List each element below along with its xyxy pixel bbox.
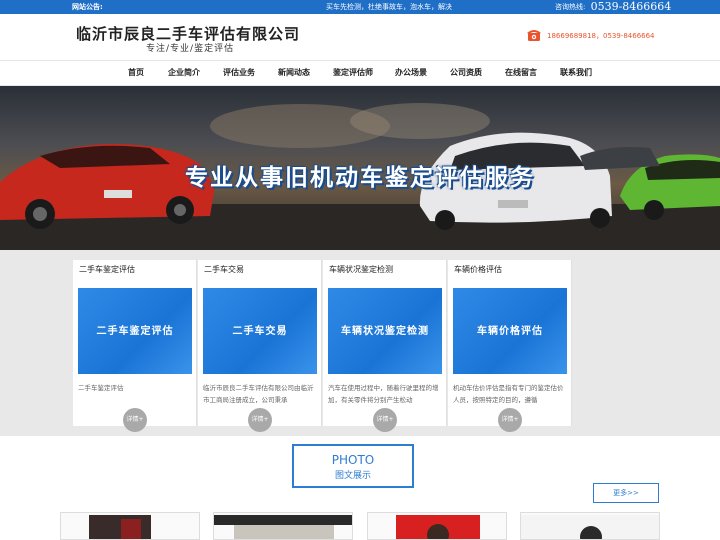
service-details-button[interactable]: 详情+ <box>498 408 522 432</box>
service-card-trade[interactable]: 二手车交易 二手车交易 临沂市辰良二手车评估有限公司由临沂市工商局注册成立，公司… <box>198 260 322 432</box>
phone-icon <box>527 30 541 41</box>
photo-thumb-3-image <box>396 515 480 539</box>
hotline-label: 咨询热线: <box>555 3 586 11</box>
banner-headline: 专业从事旧机动车鉴定评估服务 <box>185 165 535 191</box>
photo-thumb-3[interactable] <box>367 512 507 540</box>
nav-item-qualifications[interactable]: 公司资质 <box>439 61 493 85</box>
photo-section-title: PHOTO 图文展示 <box>292 444 414 488</box>
service-image-label: 车辆状况鉴定检测 <box>341 326 429 337</box>
service-desc: 机动车估价评估是指有专门的鉴定估价人员，按照特定的目的，遵循 <box>453 384 564 404</box>
notice-ticker[interactable]: 买车先检测，杜绝事故车，泡水车，解决 <box>326 0 466 14</box>
photo-thumb-4-image <box>521 515 659 539</box>
service-details-button[interactable]: 详情+ <box>123 408 147 432</box>
service-image[interactable]: 车辆价格评估 <box>453 288 567 374</box>
notice-label: 网站公告: <box>72 3 103 11</box>
top-bar: 网站公告: 买车先检测，杜绝事故车，泡水车，解决 咨询热线: 0539-8466… <box>0 0 720 14</box>
service-image[interactable]: 二手车鉴定评估 <box>78 288 192 374</box>
nav-item-message[interactable]: 在线留言 <box>494 61 548 85</box>
hero-banner[interactable]: 专业从事旧机动车鉴定评估服务 <box>0 86 720 250</box>
service-image-label: 二手车交易 <box>232 326 288 337</box>
hotline: 咨询热线: 0539-8466664 <box>555 0 671 14</box>
photo-thumb-2-image <box>214 515 352 539</box>
service-details-button[interactable]: 详情+ <box>373 408 397 432</box>
services-section: 二手车鉴定评估 二手车鉴定评估 二手车鉴定评估 详情+ 二手车交易 二手车交易 … <box>0 250 720 436</box>
photo-more-button[interactable]: 更多>> <box>593 483 659 503</box>
nav-item-home[interactable]: 首页 <box>109 61 163 85</box>
company-slogan: 专注/专业/鉴定评估 <box>146 44 235 54</box>
nav-item-contact[interactable]: 联系我们 <box>549 61 603 85</box>
photo-title-en: PHOTO <box>331 453 375 467</box>
service-card-appraisal[interactable]: 二手车鉴定评估 二手车鉴定评估 二手车鉴定评估 详情+ <box>73 260 197 432</box>
contact-phones: 18669689818，0539-8466664 <box>547 32 655 40</box>
photo-thumb-2[interactable] <box>213 512 353 540</box>
service-title[interactable]: 二手车交易 <box>204 264 244 275</box>
nav-item-office[interactable]: 办公场景 <box>384 61 438 85</box>
header: 临沂市辰良二手车评估有限公司 专注/专业/鉴定评估 18669689818，05… <box>0 14 720 60</box>
service-desc: 汽车在使用过程中，随着行驶里程的增加，有关零件将分别产生松动 <box>328 384 439 404</box>
service-desc: 二手车鉴定评估 <box>78 384 124 392</box>
nav-item-business[interactable]: 评估业务 <box>212 61 266 85</box>
hotline-number: 0539-8466664 <box>590 0 672 13</box>
nav-item-appraisers[interactable]: 鉴定评估师 <box>326 61 380 85</box>
service-image[interactable]: 车辆状况鉴定检测 <box>328 288 442 374</box>
service-card-inspection[interactable]: 车辆状况鉴定检测 车辆状况鉴定检测 汽车在使用过程中，随着行驶里程的增加，有关零… <box>323 260 447 432</box>
service-card-pricing[interactable]: 车辆价格评估 车辆价格评估 机动车估价评估是指有专门的鉴定估价人员，按照特定的目… <box>448 260 572 432</box>
photo-thumb-1[interactable] <box>60 512 200 540</box>
service-image-label: 车辆价格评估 <box>477 326 543 337</box>
carousel-dots <box>352 240 368 250</box>
photo-thumb-1-image <box>89 515 151 539</box>
photo-thumb-4[interactable] <box>520 512 660 540</box>
nav-item-news[interactable]: 新闻动态 <box>267 61 321 85</box>
service-details-button[interactable]: 详情+ <box>248 408 272 432</box>
service-image-label: 二手车鉴定评估 <box>96 326 174 337</box>
photo-title-cn: 图文展示 <box>334 471 371 481</box>
photo-thumbnails <box>0 512 720 540</box>
main-nav: 首页 企业简介 评估业务 新闻动态 鉴定评估师 办公场景 公司资质 在线留言 联… <box>0 60 720 86</box>
service-title[interactable]: 车辆价格评估 <box>454 264 502 275</box>
service-desc: 临沂市辰良二手车评估有限公司由临沂市工商局注册成立，公司秉承 <box>203 384 314 404</box>
nav-item-about[interactable]: 企业简介 <box>157 61 211 85</box>
service-title[interactable]: 车辆状况鉴定检测 <box>329 264 393 275</box>
service-title[interactable]: 二手车鉴定评估 <box>79 264 135 275</box>
page: 网站公告: 买车先检测，杜绝事故车，泡水车，解决 咨询热线: 0539-8466… <box>0 0 720 540</box>
service-image[interactable]: 二手车交易 <box>203 288 317 374</box>
